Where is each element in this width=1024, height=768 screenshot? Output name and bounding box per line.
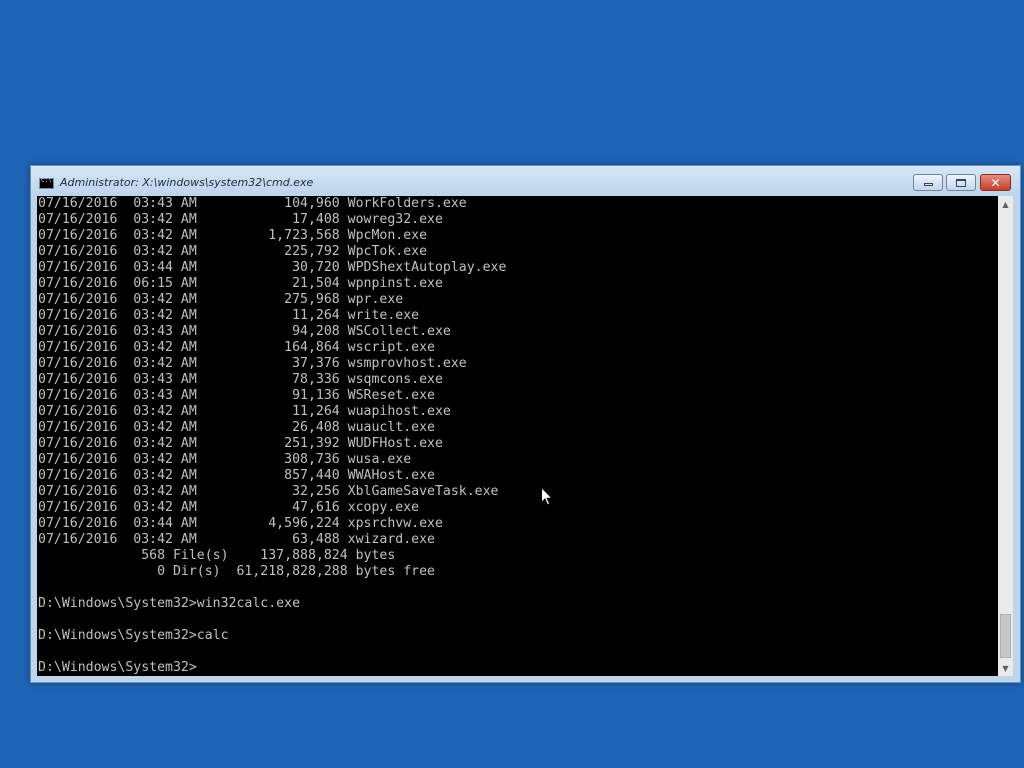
console-line: 07/16/2016 03:42 AM 164,864 wscript.exe: [38, 340, 435, 355]
console-line: 07/16/2016 03:42 AM 63,488 xwizard.exe: [38, 532, 435, 547]
console-line: 568 File(s) 137,888,824 bytes: [38, 548, 396, 563]
minimize-icon: [923, 182, 933, 186]
console-line: 07/16/2016 03:42 AM 275,968 wpr.exe: [38, 292, 404, 307]
console-line: D:\Windows\System32>win32calc.exe: [38, 596, 301, 611]
console-line: 07/16/2016 03:42 AM 17,408 wowreg32.exe: [38, 212, 443, 227]
console-line: 07/16/2016 03:43 AM 78,336 wsqmcons.exe: [38, 372, 443, 387]
console-line: D:\Windows\System32>calc: [38, 628, 229, 643]
console-line: 07/16/2016 06:15 AM 21,504 wpnpinst.exe: [38, 276, 443, 291]
maximize-button[interactable]: [946, 174, 976, 191]
console-line: 07/16/2016 03:42 AM 857,440 WWAHost.exe: [38, 468, 435, 483]
console-line: 07/16/2016 03:42 AM 32,256 XblGameSaveTa…: [38, 484, 499, 499]
console-line: 07/16/2016 03:43 AM 94,208 WSCollect.exe: [38, 324, 451, 339]
title-bar[interactable]: Administrator: X:\windows\system32\cmd.e…: [31, 166, 1020, 196]
console-line: 07/16/2016 03:42 AM 1,723,568 WpcMon.exe: [38, 228, 428, 243]
cmd-icon[interactable]: [39, 177, 54, 189]
console-line: D:\Windows\System32>: [38, 660, 197, 675]
close-icon: ✕: [990, 175, 1001, 190]
minimize-button[interactable]: [913, 174, 943, 191]
console-line: 07/16/2016 03:42 AM 26,408 wuauclt.exe: [38, 420, 435, 435]
console-line: 07/16/2016 03:42 AM 11,264 wuapihost.exe: [38, 404, 451, 419]
close-button[interactable]: ✕: [980, 174, 1011, 191]
console-line: 07/16/2016 03:42 AM 11,264 write.exe: [38, 308, 420, 323]
window-title: Administrator: X:\windows\system32\cmd.e…: [60, 176, 314, 189]
desktop[interactable]: Administrator: X:\windows\system32\cmd.e…: [0, 0, 1024, 768]
console-line: 07/16/2016 03:42 AM 251,392 WUDFHost.exe: [38, 436, 443, 451]
scroll-up-arrow-icon[interactable]: ▲: [998, 196, 1013, 212]
console-line: 07/16/2016 03:42 AM 225,792 WpcTok.exe: [38, 244, 428, 259]
console-line: 07/16/2016 03:44 AM 4,596,224 xpsrchvw.e…: [38, 516, 443, 531]
console-line: 07/16/2016 03:42 AM 47,616 xcopy.exe: [38, 500, 420, 515]
maximize-icon: [956, 178, 966, 187]
cmd-window[interactable]: Administrator: X:\windows\system32\cmd.e…: [30, 165, 1021, 683]
scroll-down-arrow-icon[interactable]: ▼: [998, 660, 1013, 676]
console-line: 07/16/2016 03:42 AM 308,736 wusa.exe: [38, 452, 412, 467]
mouse-pointer-icon: [541, 487, 553, 506]
console-line: 07/16/2016 03:42 AM 37,376 wsmprovhost.e…: [38, 356, 467, 371]
console-line: 07/16/2016 03:43 AM 91,136 WSReset.exe: [38, 388, 435, 403]
console-output[interactable]: 07/16/2016 03:43 AM 104,960 WorkFolders.…: [37, 196, 998, 676]
scrollbar-thumb[interactable]: [1000, 614, 1011, 658]
vertical-scrollbar[interactable]: ▲ ▼: [998, 196, 1013, 676]
console-text: 07/16/2016 03:43 AM 104,960 WorkFolders.…: [37, 196, 998, 676]
console-line: 07/16/2016 03:44 AM 30,720 WPDShextAutop…: [38, 260, 507, 275]
console-line: 0 Dir(s) 61,218,828,288 bytes free: [38, 564, 435, 579]
console-line: 07/16/2016 03:43 AM 104,960 WorkFolders.…: [38, 196, 467, 211]
